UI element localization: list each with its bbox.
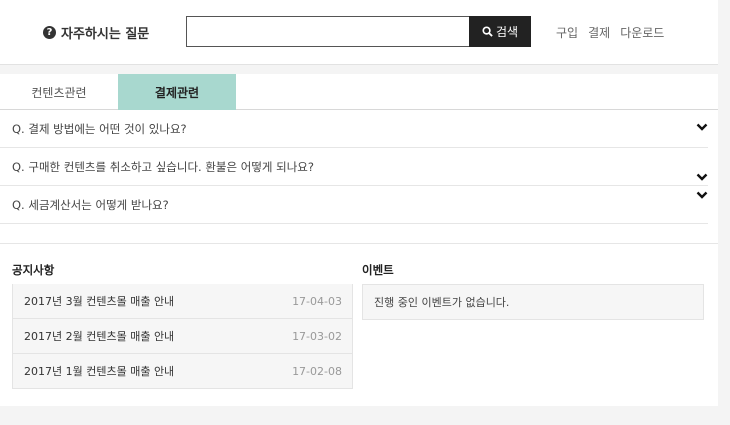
- search-button[interactable]: 검색: [469, 16, 531, 47]
- board-section: 공지사항 2017년 3월 컨텐츠몰 매출 안내 17-04-03 2017년 …: [0, 243, 718, 389]
- faq-question: Q. 구매한 컨텐츠를 취소하고 싶습니다. 환불은 어떻게 되나요?: [12, 159, 314, 174]
- faq-list: Q. 결제 방법에는 어떤 것이 있나요? Q. 구매한 컨텐츠를 취소하고 싶…: [0, 110, 718, 224]
- notice-row-title: 2017년 1월 컨텐츠몰 매출 안내: [24, 365, 175, 378]
- faq-panel: 컨텐츠관련 결제관련 Q. 결제 방법에는 어떤 것이 있나요? Q. 구매한 …: [0, 74, 718, 406]
- tab-payment[interactable]: 결제관련: [118, 74, 236, 110]
- notice-row-date: 17-03-02: [292, 329, 342, 343]
- notice-column: 공지사항 2017년 3월 컨텐츠몰 매출 안내 17-04-03 2017년 …: [12, 262, 353, 389]
- notice-row-title: 2017년 3월 컨텐츠몰 매출 안내: [24, 295, 175, 308]
- tab-contents[interactable]: 컨텐츠관련: [0, 74, 118, 110]
- nav-purchase[interactable]: 구입: [556, 24, 578, 41]
- nav-download[interactable]: 다운로드: [620, 24, 664, 41]
- notice-row-date: 17-04-03: [292, 294, 342, 308]
- chevron-down-icon[interactable]: [696, 172, 708, 182]
- search-icon: [482, 26, 493, 37]
- faq-label: ? 자주하시는 질문: [43, 23, 149, 42]
- faq-question: Q. 세금계산서는 어떻게 받나요?: [12, 197, 169, 212]
- notice-row[interactable]: 2017년 3월 컨텐츠몰 매출 안내 17-04-03: [12, 284, 353, 319]
- notice-title: 공지사항: [12, 263, 55, 277]
- chevron-down-icon[interactable]: [696, 122, 708, 132]
- event-empty-message: 진행 중인 이벤트가 없습니다.: [362, 284, 704, 320]
- top-nav: 구입 결제 다운로드: [556, 24, 664, 41]
- question-circle-icon: ?: [43, 26, 56, 39]
- faq-label-text: 자주하시는 질문: [61, 27, 150, 42]
- faq-item[interactable]: Q. 결제 방법에는 어떤 것이 있나요?: [0, 110, 708, 148]
- top-bar: ? 자주하시는 질문 검색 구입 결제 다운로드: [0, 0, 718, 65]
- notice-row[interactable]: 2017년 1월 컨텐츠몰 매출 안내 17-02-08: [12, 354, 353, 389]
- tab-bar: 컨텐츠관련 결제관련: [0, 74, 718, 110]
- search-input[interactable]: [186, 16, 469, 47]
- faq-item[interactable]: Q. 세금계산서는 어떻게 받나요?: [0, 186, 708, 224]
- search-button-label: 검색: [495, 25, 519, 39]
- event-title: 이벤트: [362, 263, 394, 277]
- notice-row-title: 2017년 2월 컨텐츠몰 매출 안내: [24, 330, 175, 343]
- chevron-down-icon[interactable]: [696, 190, 708, 200]
- notice-row-date: 17-02-08: [292, 364, 342, 378]
- notice-row[interactable]: 2017년 2월 컨텐츠몰 매출 안내 17-03-02: [12, 319, 353, 354]
- faq-item[interactable]: Q. 구매한 컨텐츠를 취소하고 싶습니다. 환불은 어떻게 되나요?: [0, 148, 708, 186]
- faq-question: Q. 결제 방법에는 어떤 것이 있나요?: [12, 121, 187, 136]
- event-column: 이벤트 진행 중인 이벤트가 없습니다.: [362, 262, 704, 320]
- nav-payment[interactable]: 결제: [588, 24, 610, 41]
